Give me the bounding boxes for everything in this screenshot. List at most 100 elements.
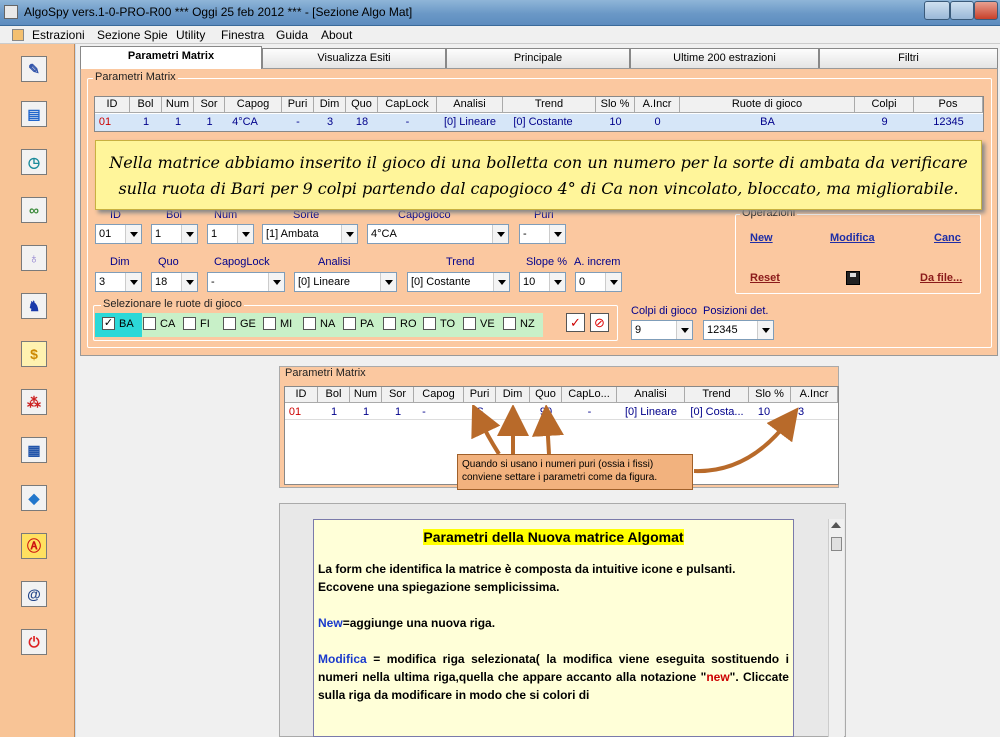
pencil-icon[interactable]: ✎ [21,56,47,82]
col-header[interactable]: Ruote di gioco [680,97,855,113]
horse-icon[interactable]: ♞ [21,293,47,319]
checkbox-ge[interactable] [223,317,236,330]
aincrem-select[interactable]: 0 [575,272,622,292]
trend-select[interactable]: [0] Costante [407,272,510,292]
checkbox-ro[interactable] [383,317,396,330]
col-header[interactable]: ID [95,97,130,113]
tab-visualizza-esiti[interactable]: Visualizza Esiti [262,48,446,68]
chevron-down-icon[interactable] [181,273,197,291]
col-header[interactable]: Slo % [596,97,635,113]
calendar-icon[interactable]: ▦ [21,437,47,463]
chevron-down-icon[interactable] [125,273,141,291]
menu-estrazioni[interactable]: Estrazioni [32,28,85,42]
save-icon[interactable] [846,271,860,285]
posizioni-select[interactable]: 12345 [703,320,774,340]
dafile-button[interactable]: Da file... [920,272,962,284]
reset-button[interactable]: Reset [750,272,780,284]
col-header[interactable]: Num [162,97,194,113]
quo-select[interactable]: 18 [151,272,198,292]
bol-select[interactable]: 1 [151,224,198,244]
check-all-icon[interactable]: ✓ [566,313,585,332]
col-header[interactable]: ID [285,387,318,403]
canc-button[interactable]: Canc [934,232,961,244]
diamond-icon[interactable]: ◆ [21,485,47,511]
chevron-down-icon[interactable] [125,225,141,243]
menu-finestra[interactable]: Finestra [221,28,264,42]
col-header[interactable]: Capog [225,97,282,113]
col-header[interactable]: CapLo... [562,387,617,403]
capogioco-select[interactable]: 4°CA [367,224,509,244]
chevron-down-icon[interactable] [181,225,197,243]
checkbox-to[interactable] [423,317,436,330]
analisi-select[interactable]: [0] Lineare [294,272,397,292]
col-header[interactable]: Dim [314,97,346,113]
params-grid[interactable]: ID Bol Num Sor Capog Puri Dim Quo CapLoc… [94,96,984,132]
col-header[interactable]: Trend [685,387,749,403]
col-header[interactable]: Slo % [749,387,791,403]
checkbox-ca[interactable] [143,317,156,330]
clock-icon[interactable]: ◷ [21,149,47,175]
checkbox-pa[interactable] [343,317,356,330]
col-header[interactable]: Trend [503,97,596,113]
id-select[interactable]: 01 [95,224,142,244]
minimize-button[interactable] [924,1,950,20]
checkbox-ve[interactable] [463,317,476,330]
table-row[interactable]: 01 1 1 1 4°CA - 3 18 - [0] Lineare [0] C… [95,114,983,131]
chevron-down-icon[interactable] [549,225,565,243]
power-icon[interactable]: ⏻ [21,629,47,655]
col-header[interactable]: A.Incr [791,387,838,403]
menu-about[interactable]: About [321,28,352,42]
col-header[interactable]: Dim [496,387,530,403]
binoculars-icon[interactable]: ∞ [21,197,47,223]
maximize-button[interactable] [950,1,974,20]
chevron-down-icon[interactable] [341,225,357,243]
modifica-button[interactable]: Modifica [830,232,875,244]
checkbox-fi[interactable] [183,317,196,330]
colpi-select[interactable]: 9 [631,320,693,340]
menu-guida[interactable]: Guida [276,28,308,42]
col-header[interactable]: Quo [530,387,562,403]
lightbulb-icon[interactable]: ♁ [21,245,47,271]
chevron-down-icon[interactable] [492,225,508,243]
num-select[interactable]: 1 [207,224,254,244]
menu-sezione-spie[interactable]: Sezione Spie [97,28,168,42]
scroll-up-icon[interactable] [831,522,841,528]
checkbox-mi[interactable] [263,317,276,330]
close-button[interactable] [974,1,998,20]
capoglock-select[interactable]: - [207,272,285,292]
letter-a-icon[interactable]: Ⓐ [21,533,47,559]
tab-parametri-matrix[interactable]: Parametri Matrix [80,46,262,69]
dim-select[interactable]: 3 [95,272,142,292]
chevron-down-icon[interactable] [237,225,253,243]
tab-principale[interactable]: Principale [446,48,630,68]
chevron-down-icon[interactable] [380,273,396,291]
col-header[interactable]: Colpi [855,97,914,113]
col-header[interactable]: Analisi [617,387,685,403]
col-header[interactable]: CapLock [378,97,437,113]
book-icon[interactable]: ▤ [21,101,47,127]
tab-filtri[interactable]: Filtri [819,48,998,68]
col-header[interactable]: A.Incr [635,97,680,113]
tab-ultime-200[interactable]: Ultime 200 estrazioni [630,48,819,68]
col-header[interactable]: Quo [346,97,378,113]
col-header[interactable]: Pos [914,97,983,113]
new-button[interactable]: New [750,232,773,244]
chevron-down-icon[interactable] [757,321,773,339]
doc-icon[interactable] [12,29,24,41]
at-icon[interactable]: @ [21,581,47,607]
chevron-down-icon[interactable] [268,273,284,291]
checkbox-nz[interactable] [503,317,516,330]
menu-utility[interactable]: Utility [176,28,205,42]
chevron-down-icon[interactable] [605,273,621,291]
chevron-down-icon[interactable] [549,273,565,291]
puri-select[interactable]: - [519,224,566,244]
dollar-icon[interactable]: $ [21,341,47,367]
col-header[interactable]: Bol [318,387,350,403]
balls-icon[interactable]: ⁂ [21,389,47,415]
chevron-down-icon[interactable] [493,273,509,291]
checkbox-na[interactable] [303,317,316,330]
clear-all-icon[interactable]: ⊘ [590,313,609,332]
checkbox-ba[interactable]: ✓ [102,317,115,330]
col-header[interactable]: Puri [464,387,496,403]
chevron-down-icon[interactable] [676,321,692,339]
